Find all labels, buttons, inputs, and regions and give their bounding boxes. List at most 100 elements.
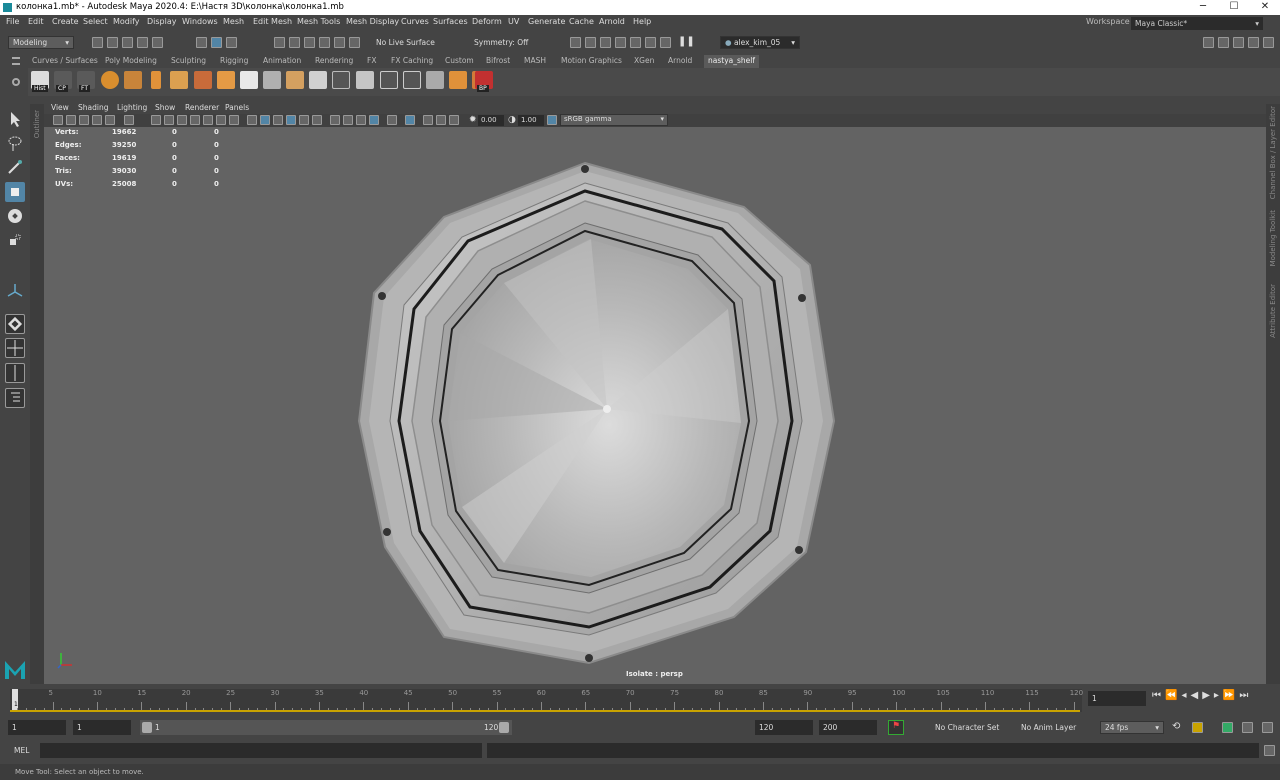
- play-backward-icon[interactable]: ◀: [1190, 690, 1202, 701]
- menu-set-dropdown[interactable]: Modeling ▾: [8, 36, 74, 49]
- tool-settings-icon[interactable]: [1248, 37, 1259, 48]
- select-hierarchy-icon[interactable]: [196, 37, 207, 48]
- sidebar-toggle-icon[interactable]: [1203, 37, 1214, 48]
- wireframe-icon[interactable]: [247, 115, 257, 125]
- extrude-icon[interactable]: [263, 71, 281, 89]
- resolution-gate-icon[interactable]: [177, 115, 187, 125]
- render-settings-icon[interactable]: [615, 37, 626, 48]
- maximize-button[interactable]: ☐: [1219, 1, 1249, 14]
- panel-menu-lighting[interactable]: Lighting: [117, 103, 147, 112]
- snap-vertex-icon[interactable]: [349, 37, 360, 48]
- snap-surface-icon[interactable]: [334, 37, 345, 48]
- live-surface-label[interactable]: No Live Surface: [376, 38, 435, 47]
- view-transform-icon[interactable]: [547, 115, 557, 125]
- symmetry-dropdown[interactable]: Symmetry: Off: [474, 38, 528, 47]
- color-space-dropdown[interactable]: sRGB gamma ▾: [560, 114, 668, 126]
- shelf-tab-fx-caching[interactable]: FX Caching: [387, 55, 437, 68]
- center-pivot-icon[interactable]: CP: [54, 71, 72, 92]
- shelf-tab-motion-graphics[interactable]: Motion Graphics: [557, 55, 626, 68]
- image-plane-icon[interactable]: [92, 115, 102, 125]
- shelf-tab-nastya-shelf[interactable]: nastya_shelf: [704, 55, 759, 68]
- render-view-icon[interactable]: [570, 37, 581, 48]
- menu-file[interactable]: File: [6, 17, 19, 26]
- go-to-end-icon[interactable]: ⏭: [1239, 690, 1252, 701]
- show-manipulator-icon[interactable]: [5, 280, 25, 300]
- snap-grid-icon[interactable]: [274, 37, 285, 48]
- combine-icon[interactable]: [217, 71, 235, 89]
- arnold-ipr-icon[interactable]: [660, 37, 671, 48]
- shelf-tab-rigging[interactable]: Rigging: [216, 55, 252, 68]
- speaker-model[interactable]: [44, 127, 1266, 684]
- menu-help[interactable]: Help: [633, 17, 651, 26]
- range-end-handle[interactable]: [499, 722, 509, 733]
- move-tool-icon[interactable]: [5, 182, 25, 202]
- select-tool-icon[interactable]: [5, 109, 25, 129]
- play-forward-icon[interactable]: ▶: [1202, 690, 1214, 701]
- snap-view-icon[interactable]: [319, 37, 330, 48]
- separate-icon[interactable]: [240, 71, 258, 89]
- bookmarks-icon[interactable]: [79, 115, 89, 125]
- isolate-select-icon[interactable]: [405, 115, 415, 125]
- menu-generate[interactable]: Generate: [528, 17, 565, 26]
- shelf-tab-custom[interactable]: Custom: [441, 55, 478, 68]
- rotate-tool-icon[interactable]: [5, 206, 25, 226]
- shelf-tab-curves-surfaces[interactable]: Curves / Surfaces: [28, 55, 102, 68]
- anim-layer-dropdown[interactable]: No Anim Layer: [1021, 723, 1076, 732]
- shelf-tab-rendering[interactable]: Rendering: [311, 55, 357, 68]
- menu-surfaces[interactable]: Surfaces: [433, 17, 468, 26]
- bake-pivot-icon[interactable]: BP: [475, 71, 493, 92]
- bridge-icon[interactable]: [309, 71, 327, 89]
- character-set-dropdown[interactable]: No Character Set: [935, 723, 999, 732]
- menu-uv[interactable]: UV: [508, 17, 519, 26]
- shelf-tab-sculpting[interactable]: Sculpting: [167, 55, 210, 68]
- boolean-icon[interactable]: [449, 71, 467, 89]
- menu-edit-mesh[interactable]: Edit Mesh: [253, 17, 292, 26]
- shelf-tab-animation[interactable]: Animation: [259, 55, 305, 68]
- paint-select-tool-icon[interactable]: [5, 157, 25, 177]
- anim-preferences-icon[interactable]: [1242, 722, 1253, 733]
- channel-box-tab[interactable]: Channel Box / Layer Editor: [1269, 106, 1277, 199]
- use-all-lights-icon[interactable]: [312, 115, 322, 125]
- xray-active-icon[interactable]: [449, 115, 459, 125]
- menu-windows[interactable]: Windows: [182, 17, 218, 26]
- close-button[interactable]: ✕: [1250, 1, 1280, 14]
- playback-preferences-icon[interactable]: [1262, 722, 1273, 733]
- smooth-shade-icon[interactable]: [260, 115, 270, 125]
- minimize-button[interactable]: ─: [1188, 1, 1218, 14]
- multisample-aa-icon[interactable]: [369, 115, 379, 125]
- panel-menu-view[interactable]: View: [51, 103, 69, 112]
- xray-icon[interactable]: [423, 115, 433, 125]
- menu-deform[interactable]: Deform: [472, 17, 502, 26]
- field-chart-icon[interactable]: [203, 115, 213, 125]
- save-scene-icon[interactable]: [122, 37, 133, 48]
- modeling-toolkit-tab[interactable]: Modeling Toolkit: [1269, 210, 1277, 266]
- shelf-tab-fx[interactable]: FX: [363, 55, 380, 68]
- snap-curve-icon[interactable]: [289, 37, 300, 48]
- menu-modify[interactable]: Modify: [113, 17, 140, 26]
- grease-pencil-icon[interactable]: [124, 115, 134, 125]
- panel-menu-shading[interactable]: Shading: [78, 103, 108, 112]
- script-language-toggle[interactable]: MEL: [14, 746, 29, 755]
- menu-select[interactable]: Select: [83, 17, 108, 26]
- mirror-icon[interactable]: [194, 71, 212, 89]
- motion-blur-icon[interactable]: [356, 115, 366, 125]
- cache-playback-icon[interactable]: [1192, 722, 1203, 733]
- hypershade-icon[interactable]: [630, 37, 641, 48]
- poly-torus-icon[interactable]: [124, 71, 142, 89]
- gate-mask-icon[interactable]: [190, 115, 200, 125]
- arnold-render-icon[interactable]: [645, 37, 656, 48]
- range-slider[interactable]: 1 120: [140, 720, 512, 735]
- exposure-field[interactable]: 0.00: [478, 115, 504, 126]
- outliner-view-icon[interactable]: [5, 388, 25, 408]
- shelf-settings-icon[interactable]: [12, 78, 20, 86]
- grid-icon[interactable]: [151, 115, 161, 125]
- attribute-editor-tab[interactable]: Attribute Editor: [1269, 284, 1277, 338]
- panel-menu-panels[interactable]: Panels: [225, 103, 249, 112]
- history-icon[interactable]: Hist: [31, 71, 49, 92]
- step-forward-key-icon[interactable]: ⏩: [1223, 690, 1239, 701]
- shelf-tab-xgen[interactable]: XGen: [630, 55, 658, 68]
- menu-mesh-display[interactable]: Mesh Display: [346, 17, 399, 26]
- poly-sphere-icon[interactable]: [101, 71, 119, 89]
- default-material-icon[interactable]: [273, 115, 283, 125]
- menu-display[interactable]: Display: [147, 17, 177, 26]
